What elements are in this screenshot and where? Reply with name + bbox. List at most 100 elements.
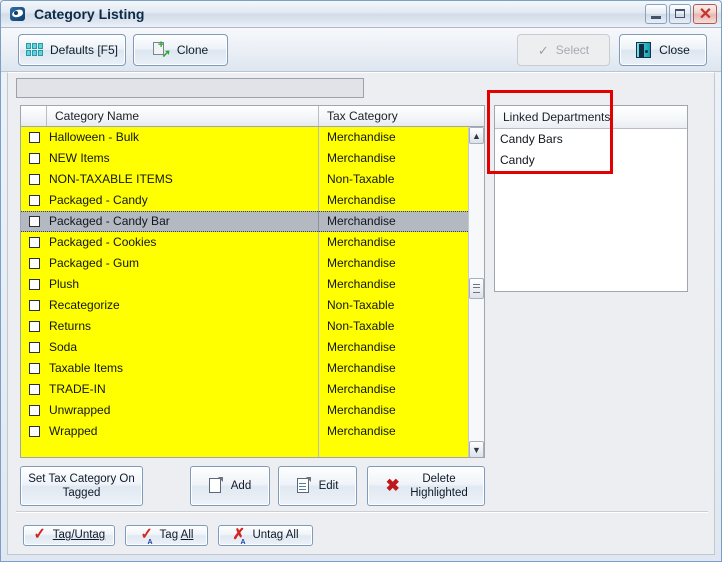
page-add-icon [208,477,223,494]
delete-highlighted-button[interactable]: ✖ Delete Highlighted [367,466,485,506]
row-tag-checkbox[interactable] [21,127,47,148]
grid-empty-area [21,442,468,457]
tag-all-post: ll [188,529,194,542]
set-tax-category-on-tagged-button[interactable]: Set Tax Category On Tagged [20,466,143,506]
checkbox-icon [28,153,40,164]
row-tag-checkbox[interactable] [21,211,47,232]
clone-button[interactable]: + ➚ Clone [133,34,228,66]
table-row[interactable]: Packaged - Candy Merchandise [21,190,468,211]
set-tax-category-label: Set Tax Category On Tagged [28,472,135,501]
checkbox-icon [28,195,40,206]
list-item[interactable]: Candy Bars [495,129,687,150]
grid-header-row: Category Name Tax Category [21,106,484,127]
row-tag-checkbox[interactable] [21,316,47,337]
cell-tax-category: Merchandise [327,403,396,417]
edit-button-label: Edit [318,479,339,492]
close-window-button[interactable]: ✕ [693,4,717,24]
table-row[interactable]: Soda Merchandise [21,337,468,358]
linked-departments-list: Candy Bars Candy [495,129,687,171]
minimize-button[interactable] [645,4,667,24]
checkbox-icon [28,300,40,311]
app-disc-icon [9,6,27,22]
category-grid: Category Name Tax Category Halloween - B… [20,105,485,458]
add-button[interactable]: Add [190,466,270,506]
grid-header-category-name[interactable]: Category Name [47,106,319,126]
table-row[interactable]: Halloween - Bulk Merchandise [21,127,468,148]
untag-all-button[interactable]: ✗ A Untag All [218,525,313,546]
checkbox-icon [28,321,40,332]
tag-untag-button[interactable]: ✓ Tag/Untag [23,525,115,546]
defaults-button[interactable]: Defaults [F5] [18,34,126,66]
cell-tax-category: Merchandise [327,214,396,228]
table-row[interactable]: Packaged - Gum Merchandise [21,253,468,274]
window-controls: ✕ [645,4,717,24]
defaults-button-label: Defaults [F5] [49,43,119,57]
window-title: Category Listing [34,6,145,22]
row-tag-checkbox[interactable] [21,400,47,421]
cell-category-name: Packaged - Cookies [47,232,319,253]
table-row[interactable]: Packaged - Cookies Merchandise [21,232,468,253]
table-row[interactable]: TRADE-IN Merchandise [21,379,468,400]
checkbox-icon [28,279,40,290]
row-tag-checkbox[interactable] [21,148,47,169]
untag-all-post: All [283,529,299,542]
title-bar: Category Listing ✕ [1,1,721,28]
cell-category-name: Packaged - Candy Bar [47,211,319,232]
cell-category-name: Wrapped [47,421,319,442]
search-input[interactable] [16,78,364,98]
table-row[interactable]: Returns Non-Taxable [21,316,468,337]
scroll-down-button[interactable]: ▼ [469,441,484,457]
category-listing-window: Category Listing ✕ Defaults [F5] + ➚ Clo… [0,0,722,562]
table-row[interactable]: Unwrapped Merchandise [21,400,468,421]
cell-tax-category: Merchandise [327,277,396,291]
cell-tax-category: Non-Taxable [327,298,395,312]
untag-all-pre: Unta [252,529,277,542]
row-tag-checkbox[interactable] [21,274,47,295]
table-row[interactable]: NON-TAXABLE ITEMS Non-Taxable [21,169,468,190]
row-tag-checkbox[interactable] [21,421,47,442]
set-tax-line-2-pre: Ta [62,487,75,499]
tag-all-button[interactable]: ✓ A Tag All [125,525,208,546]
scrollbar-thumb[interactable] [469,278,484,299]
cell-tax-category: Merchandise [327,235,396,249]
row-tag-checkbox[interactable] [21,232,47,253]
row-tag-checkbox[interactable] [21,190,47,211]
delete-line-2: Highlighted [410,487,468,499]
divider [16,511,708,513]
select-button[interactable]: ✓ Select [517,34,610,66]
table-row[interactable]: Recategorize Non-Taxable [21,295,468,316]
table-row[interactable]: Packaged - Candy Bar Merchandise [21,211,468,232]
cell-category-name: Recategorize [47,295,319,316]
grid-header-tax-category[interactable]: Tax Category [319,106,483,126]
scroll-up-button[interactable]: ▲ [469,127,484,144]
row-tag-checkbox[interactable] [21,337,47,358]
linked-departments-header-label: Linked Departments [495,106,613,128]
cell-tax-category: Merchandise [327,193,396,207]
grid-header-tag[interactable] [21,106,47,126]
table-row[interactable]: NEW Items Merchandise [21,148,468,169]
close-button-label: Close [659,43,690,57]
maximize-button[interactable] [669,4,691,24]
checkbox-icon [28,132,40,143]
row-tag-checkbox[interactable] [21,295,47,316]
clone-icon: + ➚ [152,40,171,60]
row-tag-checkbox[interactable] [21,379,47,400]
row-tag-checkbox[interactable] [21,358,47,379]
cell-tax-category: Merchandise [327,424,396,438]
table-row[interactable]: Wrapped Merchandise [21,421,468,442]
table-row[interactable]: Plush Merchandise [21,274,468,295]
close-button[interactable]: Close [619,34,707,66]
checkbox-icon [28,426,40,437]
row-tag-checkbox[interactable] [21,169,47,190]
list-item[interactable]: Candy [495,150,687,171]
edit-button[interactable]: Edit [278,466,357,506]
cell-category-name: Taxable Items [47,358,319,379]
table-row[interactable]: Taxable Items Merchandise [21,358,468,379]
cell-tax-category: Non-Taxable [327,319,395,333]
delete-line-1: Delete [422,472,456,485]
grid-vertical-scrollbar[interactable]: ▲ ▼ [468,127,484,457]
linked-departments-header: Linked Departments [495,106,687,129]
row-tag-checkbox[interactable] [21,253,47,274]
tag-untag-rest: ag/Untag [58,529,106,542]
cell-tax-category: Merchandise [327,340,396,354]
